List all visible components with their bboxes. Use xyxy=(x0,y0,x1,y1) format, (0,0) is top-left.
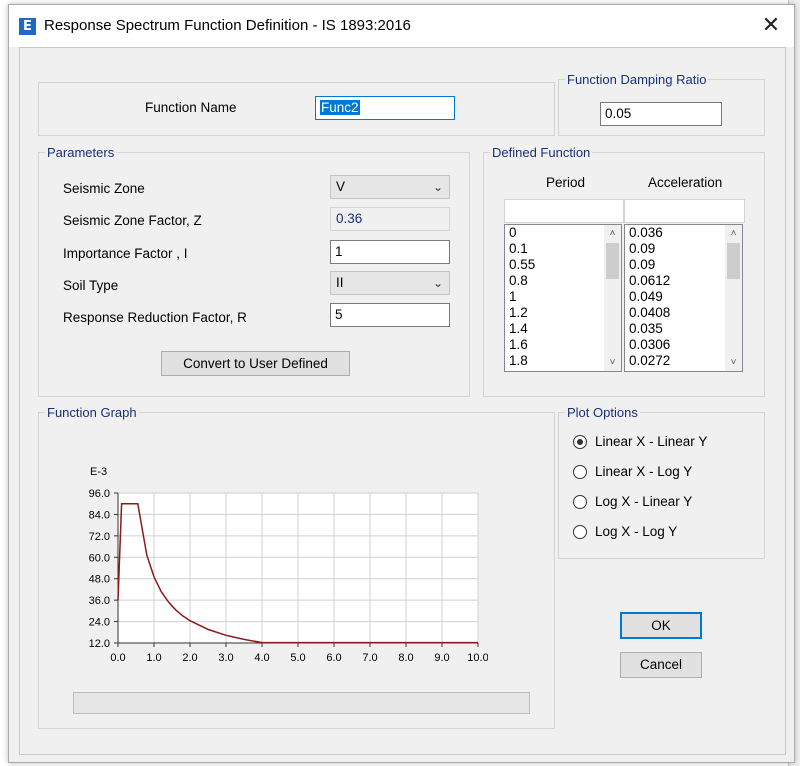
chevron-down-icon: ⌄ xyxy=(432,276,443,290)
damping-ratio-input[interactable]: 0.05 xyxy=(600,102,722,126)
plot-option-linear-x-linear-y[interactable]: Linear X - Linear Y xyxy=(573,434,707,449)
parameters-legend: Parameters xyxy=(47,145,115,160)
function-name-input[interactable]: Func2 xyxy=(315,96,455,120)
x-tick-label: 2.0 xyxy=(182,652,197,664)
period-scrollbar[interactable]: ˄ ˅ xyxy=(604,225,621,371)
x-tick-label: 3.0 xyxy=(218,652,233,664)
y-tick-label: 24.0 xyxy=(89,617,110,629)
radio-label: Log X - Linear Y xyxy=(595,494,693,509)
acceleration-scroll-thumb[interactable] xyxy=(727,243,740,279)
ok-button[interactable]: OK xyxy=(620,612,702,639)
x-tick-label: 7.0 xyxy=(362,652,377,664)
chevron-down-icon: ⌄ xyxy=(432,180,443,194)
y-tick-label: 48.0 xyxy=(89,574,110,586)
function-name-label: Function Name xyxy=(145,100,237,115)
x-tick-label: 8.0 xyxy=(398,652,413,664)
x-tick-label: 5.0 xyxy=(290,652,305,664)
acceleration-header: Acceleration xyxy=(648,175,723,190)
period-entry-input[interactable] xyxy=(504,199,624,223)
function-name-value: Func2 xyxy=(320,100,360,115)
scroll-up-icon[interactable]: ˄ xyxy=(604,225,621,242)
y-tick-label: 12.0 xyxy=(89,638,110,650)
soil-type-select[interactable]: II ⌄ xyxy=(330,271,450,295)
acceleration-scrollbar[interactable]: ˄ ˅ xyxy=(725,225,742,371)
status-progress-bar xyxy=(73,692,530,714)
acceleration-list[interactable]: 0.036 0.09 0.09 0.0612 0.049 0.0408 0.035 0.030… xyxy=(624,224,743,372)
convert-to-user-defined-button[interactable]: Convert to User Defined xyxy=(161,351,350,376)
close-icon[interactable]: ✕ xyxy=(755,11,787,41)
x-tick-label: 4.0 xyxy=(254,652,269,664)
window-title: Response Spectrum Function Definition - … xyxy=(44,17,411,34)
y-tick-label: 96.0 xyxy=(89,488,110,500)
plot-options-legend: Plot Options xyxy=(567,405,638,420)
function-name-panel: Function Name Func2 xyxy=(38,82,555,136)
x-tick-label: 1.0 xyxy=(146,652,161,664)
x-tick-label: 9.0 xyxy=(434,652,449,664)
radio-button[interactable] xyxy=(573,494,587,509)
importance-factor-label: Importance Factor , I xyxy=(63,246,188,261)
reduction-factor-input[interactable]: 5 xyxy=(330,303,450,327)
zone-factor-label: Seismic Zone Factor, Z xyxy=(63,213,202,228)
app-icon: E xyxy=(19,18,36,35)
reduction-factor-label: Response Reduction Factor, R xyxy=(63,310,247,325)
zone-factor-value: 0.36 xyxy=(330,207,450,231)
title-bar: E Response Spectrum Function Definition … xyxy=(9,5,794,47)
soil-type-label: Soil Type xyxy=(63,278,119,293)
radio-button[interactable] xyxy=(573,464,587,479)
plot-option-log-x-log-y[interactable]: Log X - Log Y xyxy=(573,524,677,539)
y-tick-label: 84.0 xyxy=(89,509,110,521)
y-tick-label: 36.0 xyxy=(89,595,110,607)
acceleration-entry-input[interactable] xyxy=(624,199,745,223)
x-tick-label: 6.0 xyxy=(326,652,341,664)
period-list[interactable]: 0 0.1 0.55 0.8 1 1.2 1.4 1.6 1.8 ˄ ˅ xyxy=(504,224,622,372)
plot-option-log-x-linear-y[interactable]: Log X - Linear Y xyxy=(573,494,692,509)
period-scroll-thumb[interactable] xyxy=(606,243,619,279)
seismic-zone-value: V xyxy=(336,179,346,194)
cancel-button[interactable]: Cancel xyxy=(620,652,702,678)
damping-legend: Function Damping Ratio xyxy=(567,72,707,87)
y-axis-label: E-3 xyxy=(90,466,107,478)
x-tick-label: 10.0 xyxy=(467,652,488,664)
y-tick-label: 60.0 xyxy=(89,552,110,564)
radio-button[interactable] xyxy=(573,434,587,449)
seismic-zone-select[interactable]: V ⌄ xyxy=(330,175,450,199)
y-tick-label: 72.0 xyxy=(89,531,110,543)
radio-label: Linear X - Log Y xyxy=(595,464,693,479)
importance-factor-input[interactable]: 1 xyxy=(330,240,450,264)
soil-type-value: II xyxy=(336,275,344,290)
radio-label: Log X - Log Y xyxy=(595,524,678,539)
radio-label: Linear X - Linear Y xyxy=(595,434,708,449)
function-graph-chart: 0.0 1.0 2.0 3.0 4.0 5.0 6.0 7.0 8.0 9.0 10.0 12.0 24… xyxy=(89,466,488,664)
function-graph-legend: Function Graph xyxy=(47,405,137,420)
scroll-up-icon[interactable]: ˄ xyxy=(725,225,742,242)
defined-function-legend: Defined Function xyxy=(492,145,591,160)
x-tick-label: 0.0 xyxy=(110,652,125,664)
radio-button[interactable] xyxy=(573,524,587,539)
scroll-down-icon[interactable]: ˅ xyxy=(604,354,621,371)
scroll-down-icon[interactable]: ˅ xyxy=(725,354,742,371)
seismic-zone-label: Seismic Zone xyxy=(63,181,145,196)
dialog-body: Function Name Func2 Function Damping Rat… xyxy=(19,47,786,755)
period-header: Period xyxy=(546,175,586,190)
plot-option-linear-x-log-y[interactable]: Linear X - Log Y xyxy=(573,464,692,479)
dialog-window: E Response Spectrum Function Definition … xyxy=(8,4,795,763)
